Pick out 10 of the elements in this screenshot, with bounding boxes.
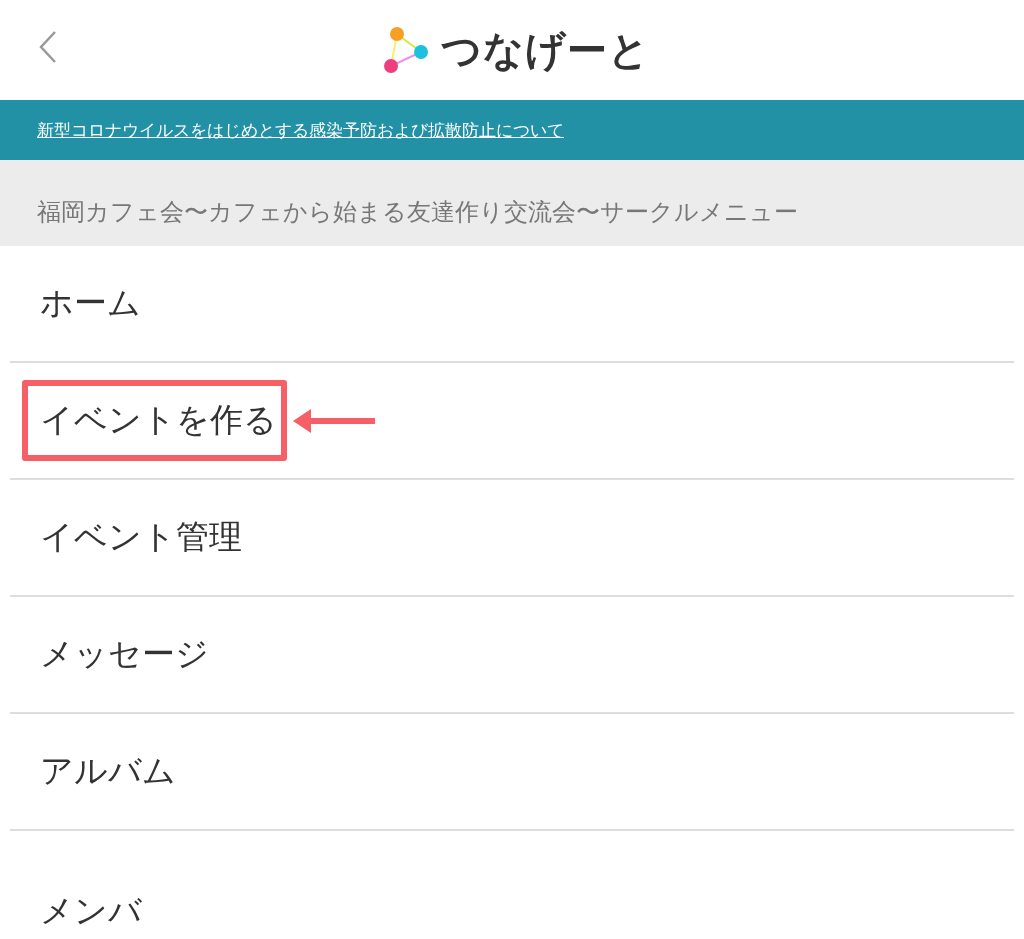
menu-item[interactable]: メンバ bbox=[22, 871, 152, 939]
logo-text: つなげーと bbox=[440, 25, 650, 75]
menu-item[interactable]: イベントを作る bbox=[22, 380, 287, 461]
logo-triangle-icon bbox=[382, 25, 431, 75]
menu-item[interactable]: アルバム bbox=[22, 731, 186, 812]
menu-item[interactable]: ホーム bbox=[22, 263, 151, 344]
section-heading: 福岡カフェ会〜カフェから始まる友達作り交流会〜サークルメニュー bbox=[37, 197, 798, 228]
menu-item[interactable]: メッセージ bbox=[22, 614, 219, 695]
menu-item[interactable]: イベント管理 bbox=[22, 497, 252, 578]
back-chevron-icon[interactable] bbox=[38, 30, 58, 64]
